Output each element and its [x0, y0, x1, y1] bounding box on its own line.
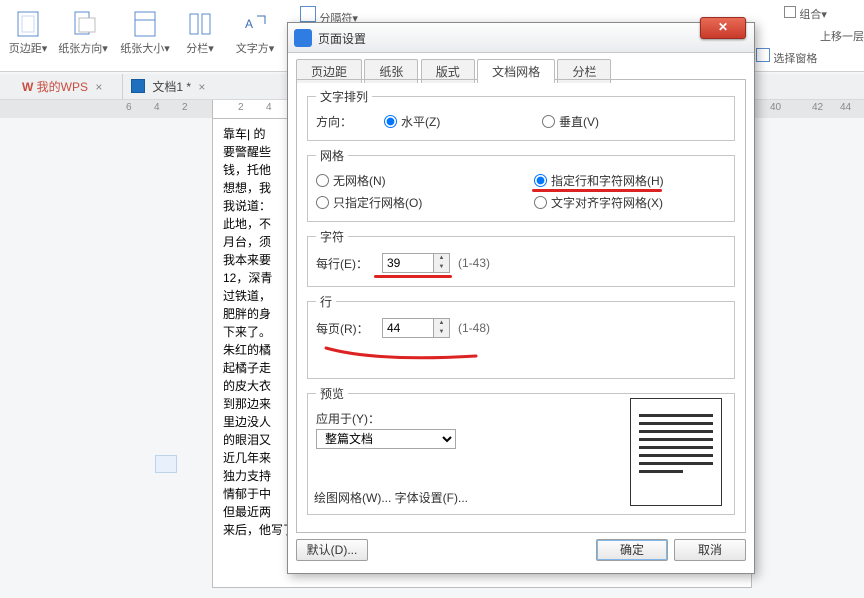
combine-icon: [784, 6, 796, 18]
ribbon-group-combine[interactable]: 组合▾: [784, 6, 827, 22]
apply-to-select[interactable]: 整篇文档: [316, 429, 456, 449]
lines-per-page-spinner[interactable]: ▲▼: [382, 318, 450, 338]
chars-per-line-spinner[interactable]: ▲▼: [382, 253, 450, 273]
wps-logo-icon: W: [22, 80, 33, 94]
spin-down-icon[interactable]: ▼: [434, 263, 449, 272]
ok-button[interactable]: 确定: [596, 539, 668, 561]
radio-align-char[interactable]: 文字对齐字符网格(X): [534, 194, 663, 211]
page-setup-dialog: 页面设置 ✕ 页边距 纸张 版式 文档网格 分栏 文字排列 方向： 水平(Z) …: [287, 22, 755, 574]
tab-mywps[interactable]: W 我的WPS ×: [14, 74, 110, 100]
ribbon-orientation[interactable]: 纸张方向▾: [56, 10, 110, 56]
orientation-icon: [69, 10, 97, 38]
dialog-button-row: 默认(D)... 取消 确定: [296, 539, 746, 565]
text-direction-icon: A: [241, 10, 269, 38]
ribbon-bring-forward[interactable]: 上移一层: [820, 28, 864, 44]
radio-no-grid[interactable]: 无网格(N): [316, 172, 526, 189]
page-size-icon: [131, 10, 159, 38]
dialog-title: 页面设置: [318, 30, 366, 47]
group-text-arrange: 文字排列 方向： 水平(Z) 垂直(V): [307, 88, 735, 141]
annotation-red-underline: [374, 275, 452, 278]
chars-per-line-input[interactable]: [383, 254, 433, 272]
ribbon-columns[interactable]: 分栏▾: [180, 10, 220, 56]
spin-up-icon[interactable]: ▲: [434, 319, 449, 328]
ribbon-selection-pane[interactable]: 选择窗格: [756, 48, 817, 66]
group-lines: 行 每页(R)： ▲▼ (1-48): [307, 293, 735, 379]
cancel-button[interactable]: 取消: [674, 539, 746, 561]
radio-vertical[interactable]: 垂直(V): [542, 113, 599, 130]
page-preview-thumbnail: [630, 398, 722, 506]
direction-label: 方向：: [316, 113, 376, 130]
per-line-label: 每行(E)：: [316, 255, 374, 272]
draw-grid-button[interactable]: 绘图网格(W)...: [314, 491, 391, 505]
chars-range-hint: (1-43): [458, 256, 490, 270]
dialog-titlebar: 页面设置 ✕: [288, 23, 754, 53]
lines-range-hint: (1-48): [458, 321, 490, 335]
close-icon[interactable]: ×: [198, 74, 205, 100]
ribbon-margins[interactable]: 页边距▾: [6, 10, 50, 56]
group-chars: 字符 每行(E)： ▲▼ (1-43): [307, 228, 735, 287]
selection-pane-icon: [756, 48, 770, 62]
radio-line-only[interactable]: 只指定行网格(O): [316, 194, 526, 211]
group-preview: 预览 应用于(Y)： 整篇文档 绘图网格(W)... 字体设置(F)...: [307, 385, 735, 515]
columns-icon: [186, 10, 214, 38]
dialog-body: 文字排列 方向： 水平(Z) 垂直(V) 网格 无网格(N) 指定行和字符网格(…: [296, 79, 746, 533]
ribbon-textdir-label: 文字方: [236, 43, 269, 55]
tab-docgrid[interactable]: 文档网格: [477, 59, 555, 83]
spin-up-icon[interactable]: ▲: [434, 254, 449, 263]
close-icon[interactable]: ×: [95, 74, 102, 100]
svg-text:A: A: [245, 17, 253, 31]
ribbon-text-direction[interactable]: A 文字方▾: [230, 10, 280, 56]
font-settings-button[interactable]: 字体设置(F)...: [395, 491, 468, 505]
dialog-close-button[interactable]: ✕: [700, 17, 746, 39]
app-icon: [294, 29, 312, 47]
per-page-label: 每页(R)：: [316, 320, 374, 337]
radio-horizontal[interactable]: 水平(Z): [384, 113, 534, 130]
breaks-icon: [300, 6, 316, 22]
gutter-paste-icon[interactable]: [155, 455, 177, 473]
doc-icon: [131, 79, 145, 93]
ribbon-margins-label: 页边距: [9, 43, 42, 55]
lines-per-page-input[interactable]: [383, 319, 433, 337]
group-grid: 网格 无网格(N) 指定行和字符网格(H) 只指定行网格(O) 文字对齐字符网格…: [307, 147, 735, 222]
ribbon-size[interactable]: 纸张大小▾: [118, 10, 172, 56]
radio-line-char-grid[interactable]: 指定行和字符网格(H): [534, 172, 664, 189]
apply-to-label: 应用于(Y)：: [316, 410, 380, 427]
page-margins-icon: [14, 10, 42, 38]
ribbon-columns-label: 分栏: [186, 43, 208, 55]
default-button[interactable]: 默认(D)...: [296, 539, 368, 561]
ribbon-size-label: 纸张大小: [120, 43, 164, 55]
spin-down-icon[interactable]: ▼: [434, 328, 449, 337]
annotation-red-curve: [316, 344, 496, 366]
ribbon-orientation-label: 纸张方向: [58, 43, 102, 55]
tab-document[interactable]: 文档1 * ×: [122, 74, 213, 100]
annotation-red-underline: [532, 189, 662, 192]
